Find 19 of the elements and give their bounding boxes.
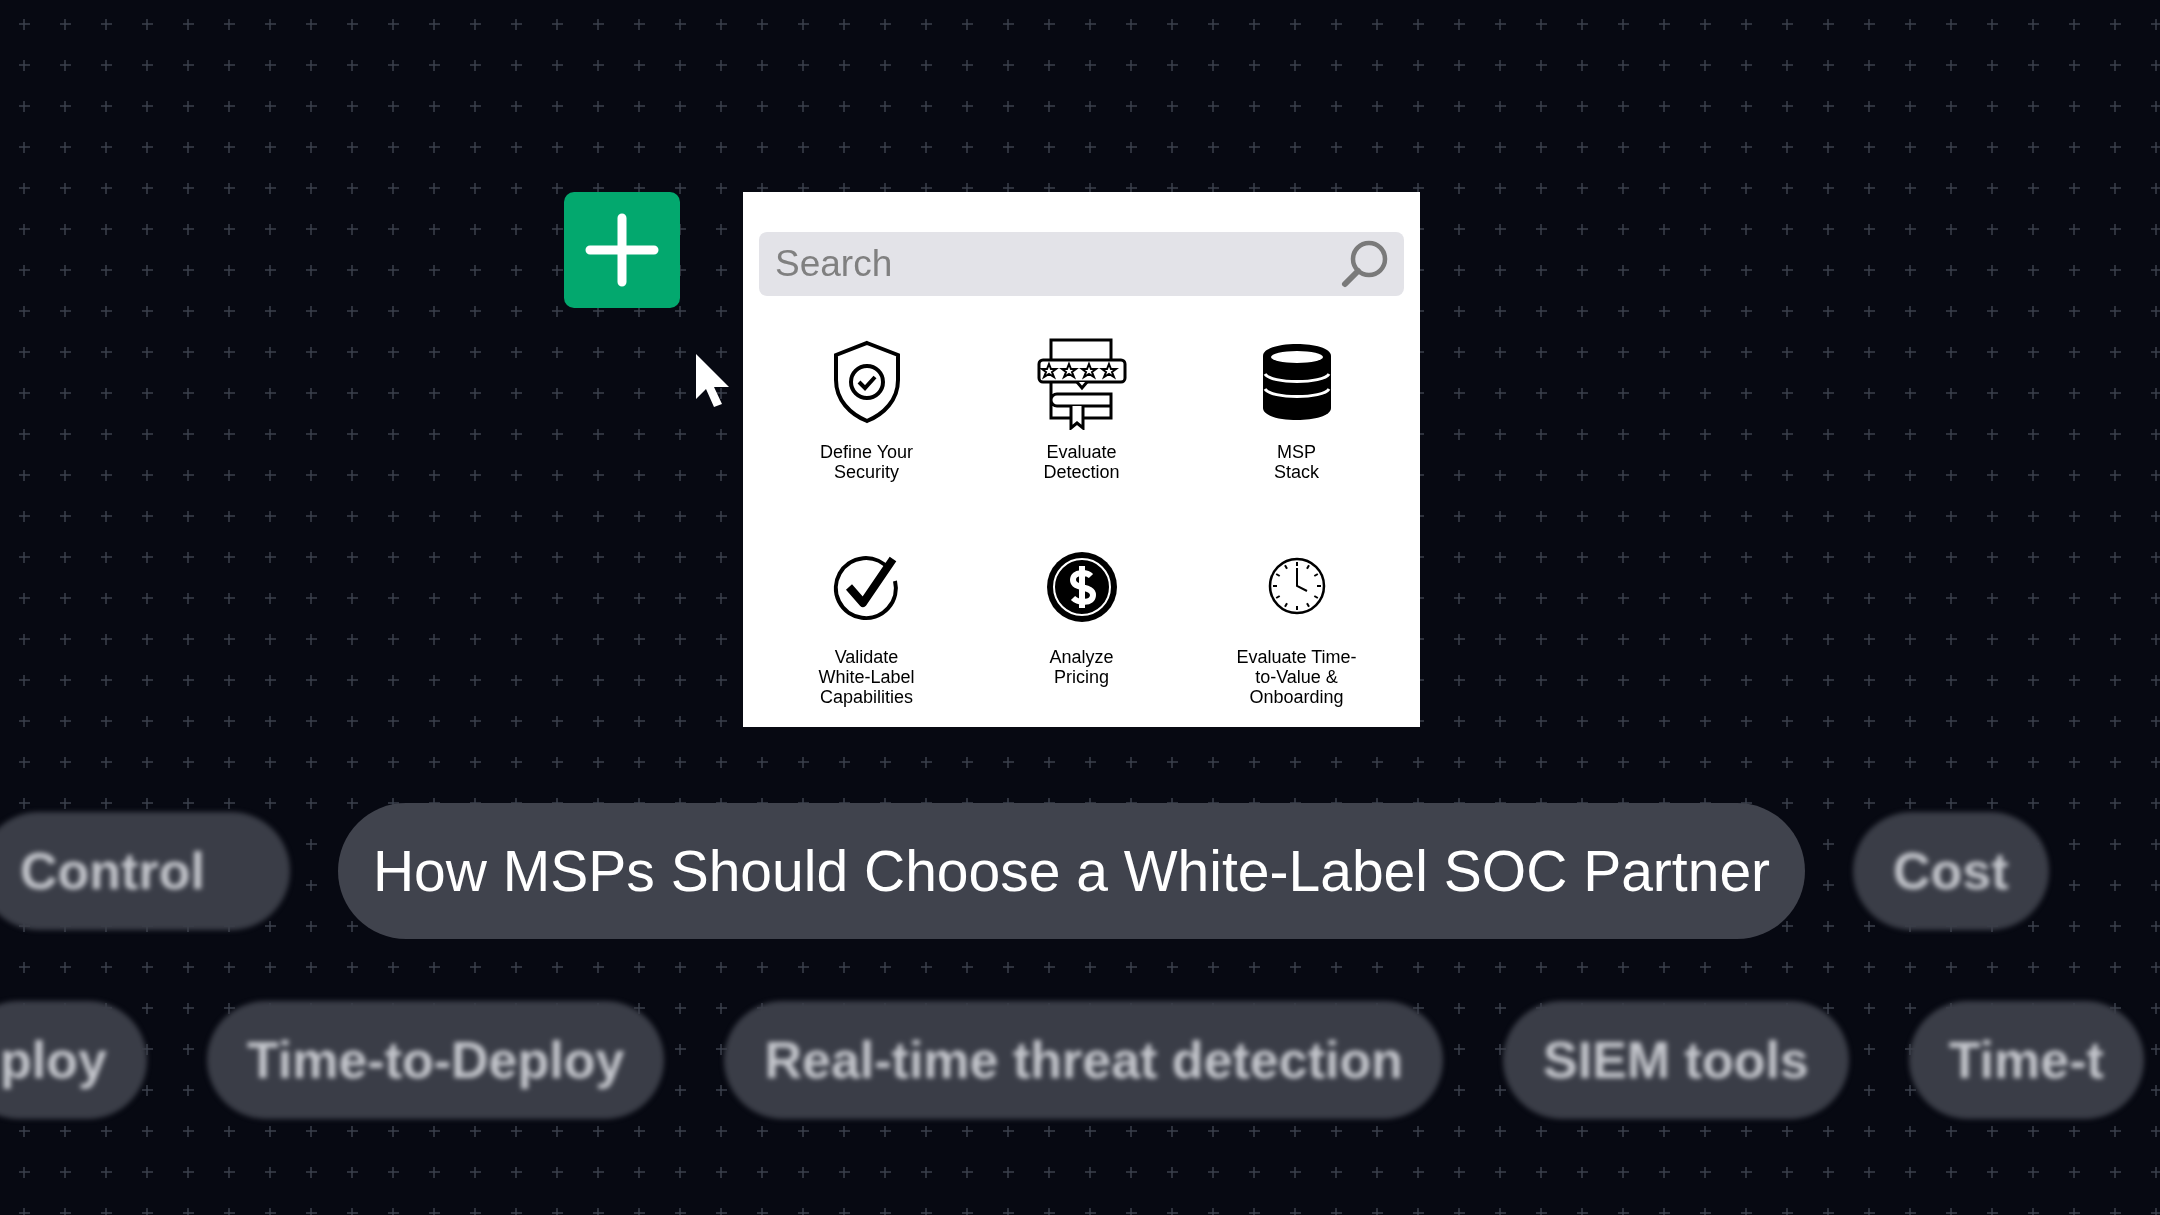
item-label[interactable]: Define Your Security [819, 442, 914, 482]
shield-check-icon [831, 340, 902, 424]
database-icon [1262, 344, 1331, 420]
dollar-coin-icon [1046, 552, 1117, 622]
search-field[interactable]: Search [759, 232, 1404, 296]
tag-pill: SIEM tools [1503, 1001, 1849, 1119]
cursor-icon [695, 353, 731, 409]
tag-pill: Real-time threat detection [724, 1001, 1443, 1119]
check-circle-icon [832, 553, 901, 621]
tag-pill: Control [0, 812, 290, 930]
title-pill: How MSPs Should Choose a White-Label SOC Partner [338, 803, 1805, 939]
item-label[interactable]: MSP Stack [1274, 442, 1319, 482]
add-button[interactable] [564, 192, 680, 308]
item-label[interactable]: Evaluate Time- to-Value & Onboarding [1236, 647, 1357, 707]
tag-pill: ploy [0, 1001, 147, 1119]
item-label[interactable]: Validate White-Label Capabilities [818, 647, 915, 707]
item-label[interactable]: Analyze Pricing [1049, 647, 1114, 687]
item-label[interactable]: Evaluate Detection [1043, 442, 1120, 482]
tag-pill: Time-to-Deploy [206, 1001, 665, 1119]
